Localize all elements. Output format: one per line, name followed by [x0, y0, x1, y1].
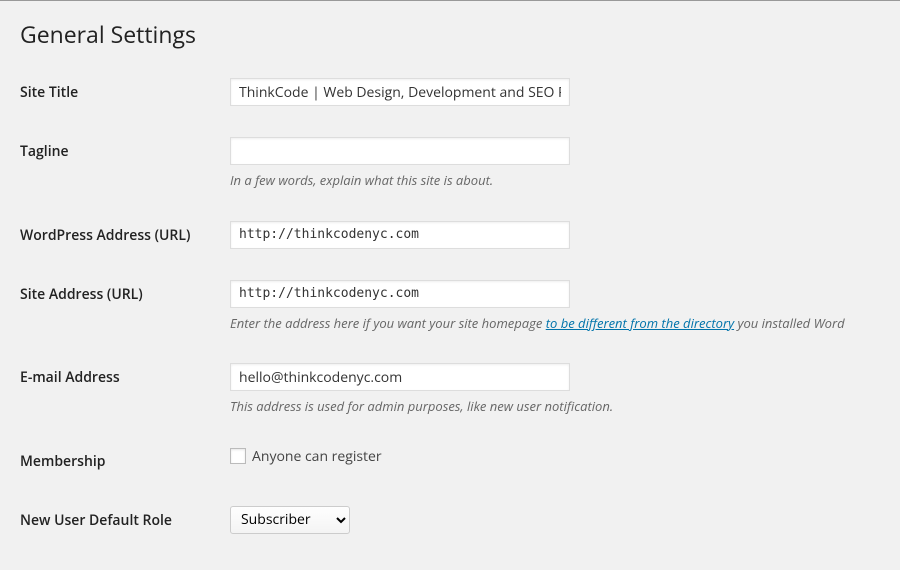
- default-role-select[interactable]: Subscriber: [230, 506, 350, 534]
- site-address-desc-before: Enter the address here if you want your …: [230, 314, 546, 332]
- tagline-input[interactable]: [230, 137, 570, 165]
- settings-form-table: Site Title Tagline In a few words, expla…: [20, 63, 880, 550]
- page-title: General Settings: [20, 11, 880, 63]
- email-label: E-mail Address: [20, 348, 220, 432]
- site-title-input[interactable]: [230, 78, 570, 106]
- site-address-label: Site Address (URL): [20, 265, 220, 349]
- site-address-desc-after: you installed Word: [734, 314, 845, 332]
- settings-wrap: General Settings Site Title Tagline In a…: [0, 0, 900, 570]
- email-input[interactable]: [230, 363, 570, 391]
- wp-address-input[interactable]: [230, 221, 570, 249]
- membership-checkbox[interactable]: [230, 448, 246, 464]
- membership-checkbox-label: Anyone can register: [252, 447, 382, 466]
- site-address-input[interactable]: [230, 280, 570, 308]
- tagline-label: Tagline: [20, 122, 220, 206]
- wp-address-label: WordPress Address (URL): [20, 206, 220, 265]
- site-address-desc-link[interactable]: to be different from the directory: [546, 314, 734, 332]
- default-role-label: New User Default Role: [20, 491, 220, 550]
- tagline-description: In a few words, explain what this site i…: [230, 171, 870, 191]
- email-description: This address is used for admin purposes,…: [230, 397, 870, 417]
- site-title-label: Site Title: [20, 63, 220, 122]
- membership-label: Membership: [20, 432, 220, 491]
- site-address-description: Enter the address here if you want your …: [230, 314, 870, 334]
